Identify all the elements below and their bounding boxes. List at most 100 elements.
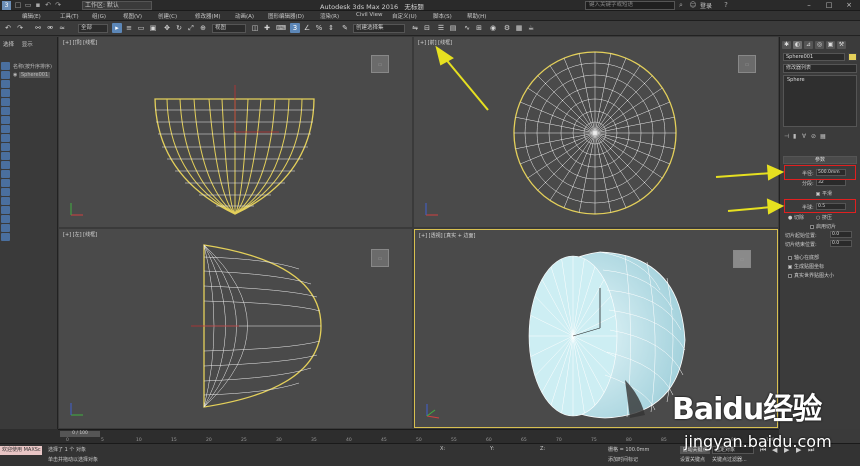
window-crossing-icon[interactable]: ▣ <box>148 23 158 33</box>
show-end-result-icon[interactable]: ▮ <box>793 133 802 140</box>
time-slider-thumb[interactable]: 0 / 100 <box>60 431 100 437</box>
curve-editor-icon[interactable]: ∿ <box>462 23 472 33</box>
filter-spacewarp-icon[interactable] <box>1 107 10 115</box>
menu-tools[interactable]: 工具(T) <box>60 12 79 20</box>
help-icon[interactable]: ? <box>722 1 730 9</box>
filter-hidden-icon[interactable] <box>1 152 10 160</box>
checkbox-icon[interactable] <box>810 224 814 229</box>
segments-field[interactable]: 32 <box>816 179 846 186</box>
tab-display[interactable]: 显示 <box>22 42 33 48</box>
menu-customize[interactable]: 自定义(U) <box>392 12 417 20</box>
redo-icon[interactable]: ↷ <box>15 23 25 33</box>
key-selection-dropdown[interactable]: 选定对象 <box>712 446 754 454</box>
undo-icon[interactable]: ↶ <box>44 1 52 9</box>
search-icon[interactable]: ⌕ <box>677 1 685 9</box>
viewport-label[interactable]: [+] [透视] [真实 + 边面] <box>419 232 475 239</box>
spinner-snap-icon[interactable]: ⇕ <box>326 23 336 33</box>
go-to-start-icon[interactable]: ⏮ <box>760 446 766 455</box>
user-icon[interactable]: ☺ <box>689 1 697 9</box>
object-color-swatch[interactable] <box>848 53 857 61</box>
viewcube-icon[interactable]: ▭ <box>738 55 756 73</box>
pin-stack-icon[interactable]: ⊣ <box>784 133 793 140</box>
render-icon[interactable]: ☕ <box>526 23 536 33</box>
slice-from-field[interactable]: 0.0 <box>830 231 852 238</box>
select-manipulate-icon[interactable]: ✚ <box>262 23 272 33</box>
viewport-front[interactable]: [+] [前] [线框] ▭ <box>414 37 778 227</box>
menu-animation[interactable]: 动画(A) <box>235 12 254 20</box>
filter-none-icon[interactable] <box>1 170 10 178</box>
eye-icon[interactable]: ◉ <box>13 72 17 78</box>
tree-column-header[interactable]: 名称(按升序排序) <box>13 63 52 70</box>
checkbox-icon[interactable] <box>816 191 820 196</box>
filter-all-icon[interactable] <box>1 161 10 169</box>
motion-tab-icon[interactable]: ◎ <box>815 41 824 49</box>
snap-toggle-icon[interactable]: 3 <box>290 23 300 33</box>
percent-snap-icon[interactable]: % <box>314 23 324 33</box>
rendered-frame-icon[interactable]: ▦ <box>514 23 524 33</box>
reference-coord-dropdown[interactable]: 视图 <box>212 24 246 33</box>
smooth-checkbox[interactable]: 平滑 <box>816 190 832 197</box>
add-time-tag[interactable]: 添加时间标记 <box>608 456 638 463</box>
redo-icon[interactable]: ↷ <box>54 1 62 9</box>
viewport-perspective[interactable]: [+] [透视] [真实 + 边面] ▭ <box>414 229 778 428</box>
squash-radio[interactable]: ○ 挤压 <box>816 214 832 221</box>
remove-modifier-icon[interactable]: ⊘ <box>811 133 820 140</box>
slice-to-field[interactable]: 0.0 <box>830 240 852 247</box>
create-tab-icon[interactable]: ✱ <box>782 41 791 49</box>
maxscript-listener[interactable]: 欢迎使用 MAXSc <box>0 446 42 455</box>
options-icon[interactable] <box>1 206 10 214</box>
object-name-field[interactable]: Sphere001 <box>783 53 845 61</box>
go-to-end-icon[interactable]: ⏭ <box>808 446 814 455</box>
layer-icon[interactable] <box>1 215 10 223</box>
schematic-view-icon[interactable]: ⊞ <box>474 23 484 33</box>
hierarchy-tab-icon[interactable]: ⊿ <box>804 41 813 49</box>
find-icon[interactable] <box>1 197 10 205</box>
sort-icon[interactable] <box>1 188 10 196</box>
menu-help[interactable]: 帮助(H) <box>467 12 486 20</box>
filter-shape-icon[interactable] <box>1 71 10 79</box>
make-unique-icon[interactable]: ∀ <box>802 133 811 140</box>
new-file-icon[interactable]: □ <box>14 1 22 9</box>
display-tab-icon[interactable]: ▣ <box>826 41 835 49</box>
tree-item-sphere[interactable]: ◉ Sphere001 <box>13 72 51 78</box>
stack-item-sphere[interactable]: Sphere <box>784 76 856 84</box>
keyboard-shortcut-icon[interactable]: ⌨ <box>276 23 286 33</box>
menu-graph[interactable]: 图形编辑器(D) <box>268 12 304 20</box>
selection-filter-dropdown[interactable]: 全部 <box>78 24 108 33</box>
checkbox-icon[interactable] <box>788 273 792 278</box>
slice-on-checkbox[interactable]: 启用切片 <box>810 223 836 230</box>
mirror-icon[interactable]: ⇋ <box>410 23 420 33</box>
angle-snap-icon[interactable]: ∠ <box>302 23 312 33</box>
prev-frame-icon[interactable]: ◀ <box>772 446 777 454</box>
real-world-checkbox[interactable]: 真实世界贴图大小 <box>788 272 834 279</box>
key-filters-button[interactable]: 关键点过滤器... <box>712 456 747 463</box>
viewcube-icon[interactable]: ▭ <box>733 250 751 268</box>
filter-geometry-icon[interactable] <box>1 62 10 70</box>
menu-render[interactable]: 渲染(R) <box>320 12 339 20</box>
filter-group-icon[interactable] <box>1 116 10 124</box>
filter-xref-icon[interactable] <box>1 125 10 133</box>
chop-radio[interactable]: ● 切除 <box>788 214 804 221</box>
layer-manager-icon[interactable]: ☰ <box>436 23 446 33</box>
tab-select[interactable]: 选择 <box>3 42 14 48</box>
save-file-icon[interactable]: ▪ <box>34 1 42 9</box>
minimize-icon[interactable]: – <box>800 0 818 10</box>
gen-map-checkbox[interactable]: 生成贴图坐标 <box>788 263 824 270</box>
rect-select-icon[interactable]: ▭ <box>136 23 146 33</box>
viewport-label[interactable]: [+] [前] [线框] <box>418 39 452 46</box>
container-icon[interactable] <box>1 233 10 241</box>
place-icon[interactable]: ⊕ <box>198 23 208 33</box>
checkbox-icon[interactable] <box>788 264 792 269</box>
next-frame-icon[interactable]: ▶ <box>796 446 801 454</box>
select-object-icon[interactable]: ▸ <box>112 23 122 33</box>
login-button[interactable]: 登录 <box>700 1 712 10</box>
filter-camera-icon[interactable] <box>1 89 10 97</box>
app-logo-icon[interactable]: 3 <box>2 1 11 10</box>
viewport-label[interactable]: [+] [左] [线框] <box>63 231 97 238</box>
pivot-icon[interactable]: ◫ <box>250 23 260 33</box>
menu-script[interactable]: 脚本(S) <box>433 12 452 20</box>
menu-view[interactable]: 视图(V) <box>123 12 142 20</box>
auto-key-button[interactable]: 自动关键点 <box>680 446 710 454</box>
menu-modifiers[interactable]: 修改器(M) <box>195 12 221 20</box>
filter-frozen-icon[interactable] <box>1 143 10 151</box>
